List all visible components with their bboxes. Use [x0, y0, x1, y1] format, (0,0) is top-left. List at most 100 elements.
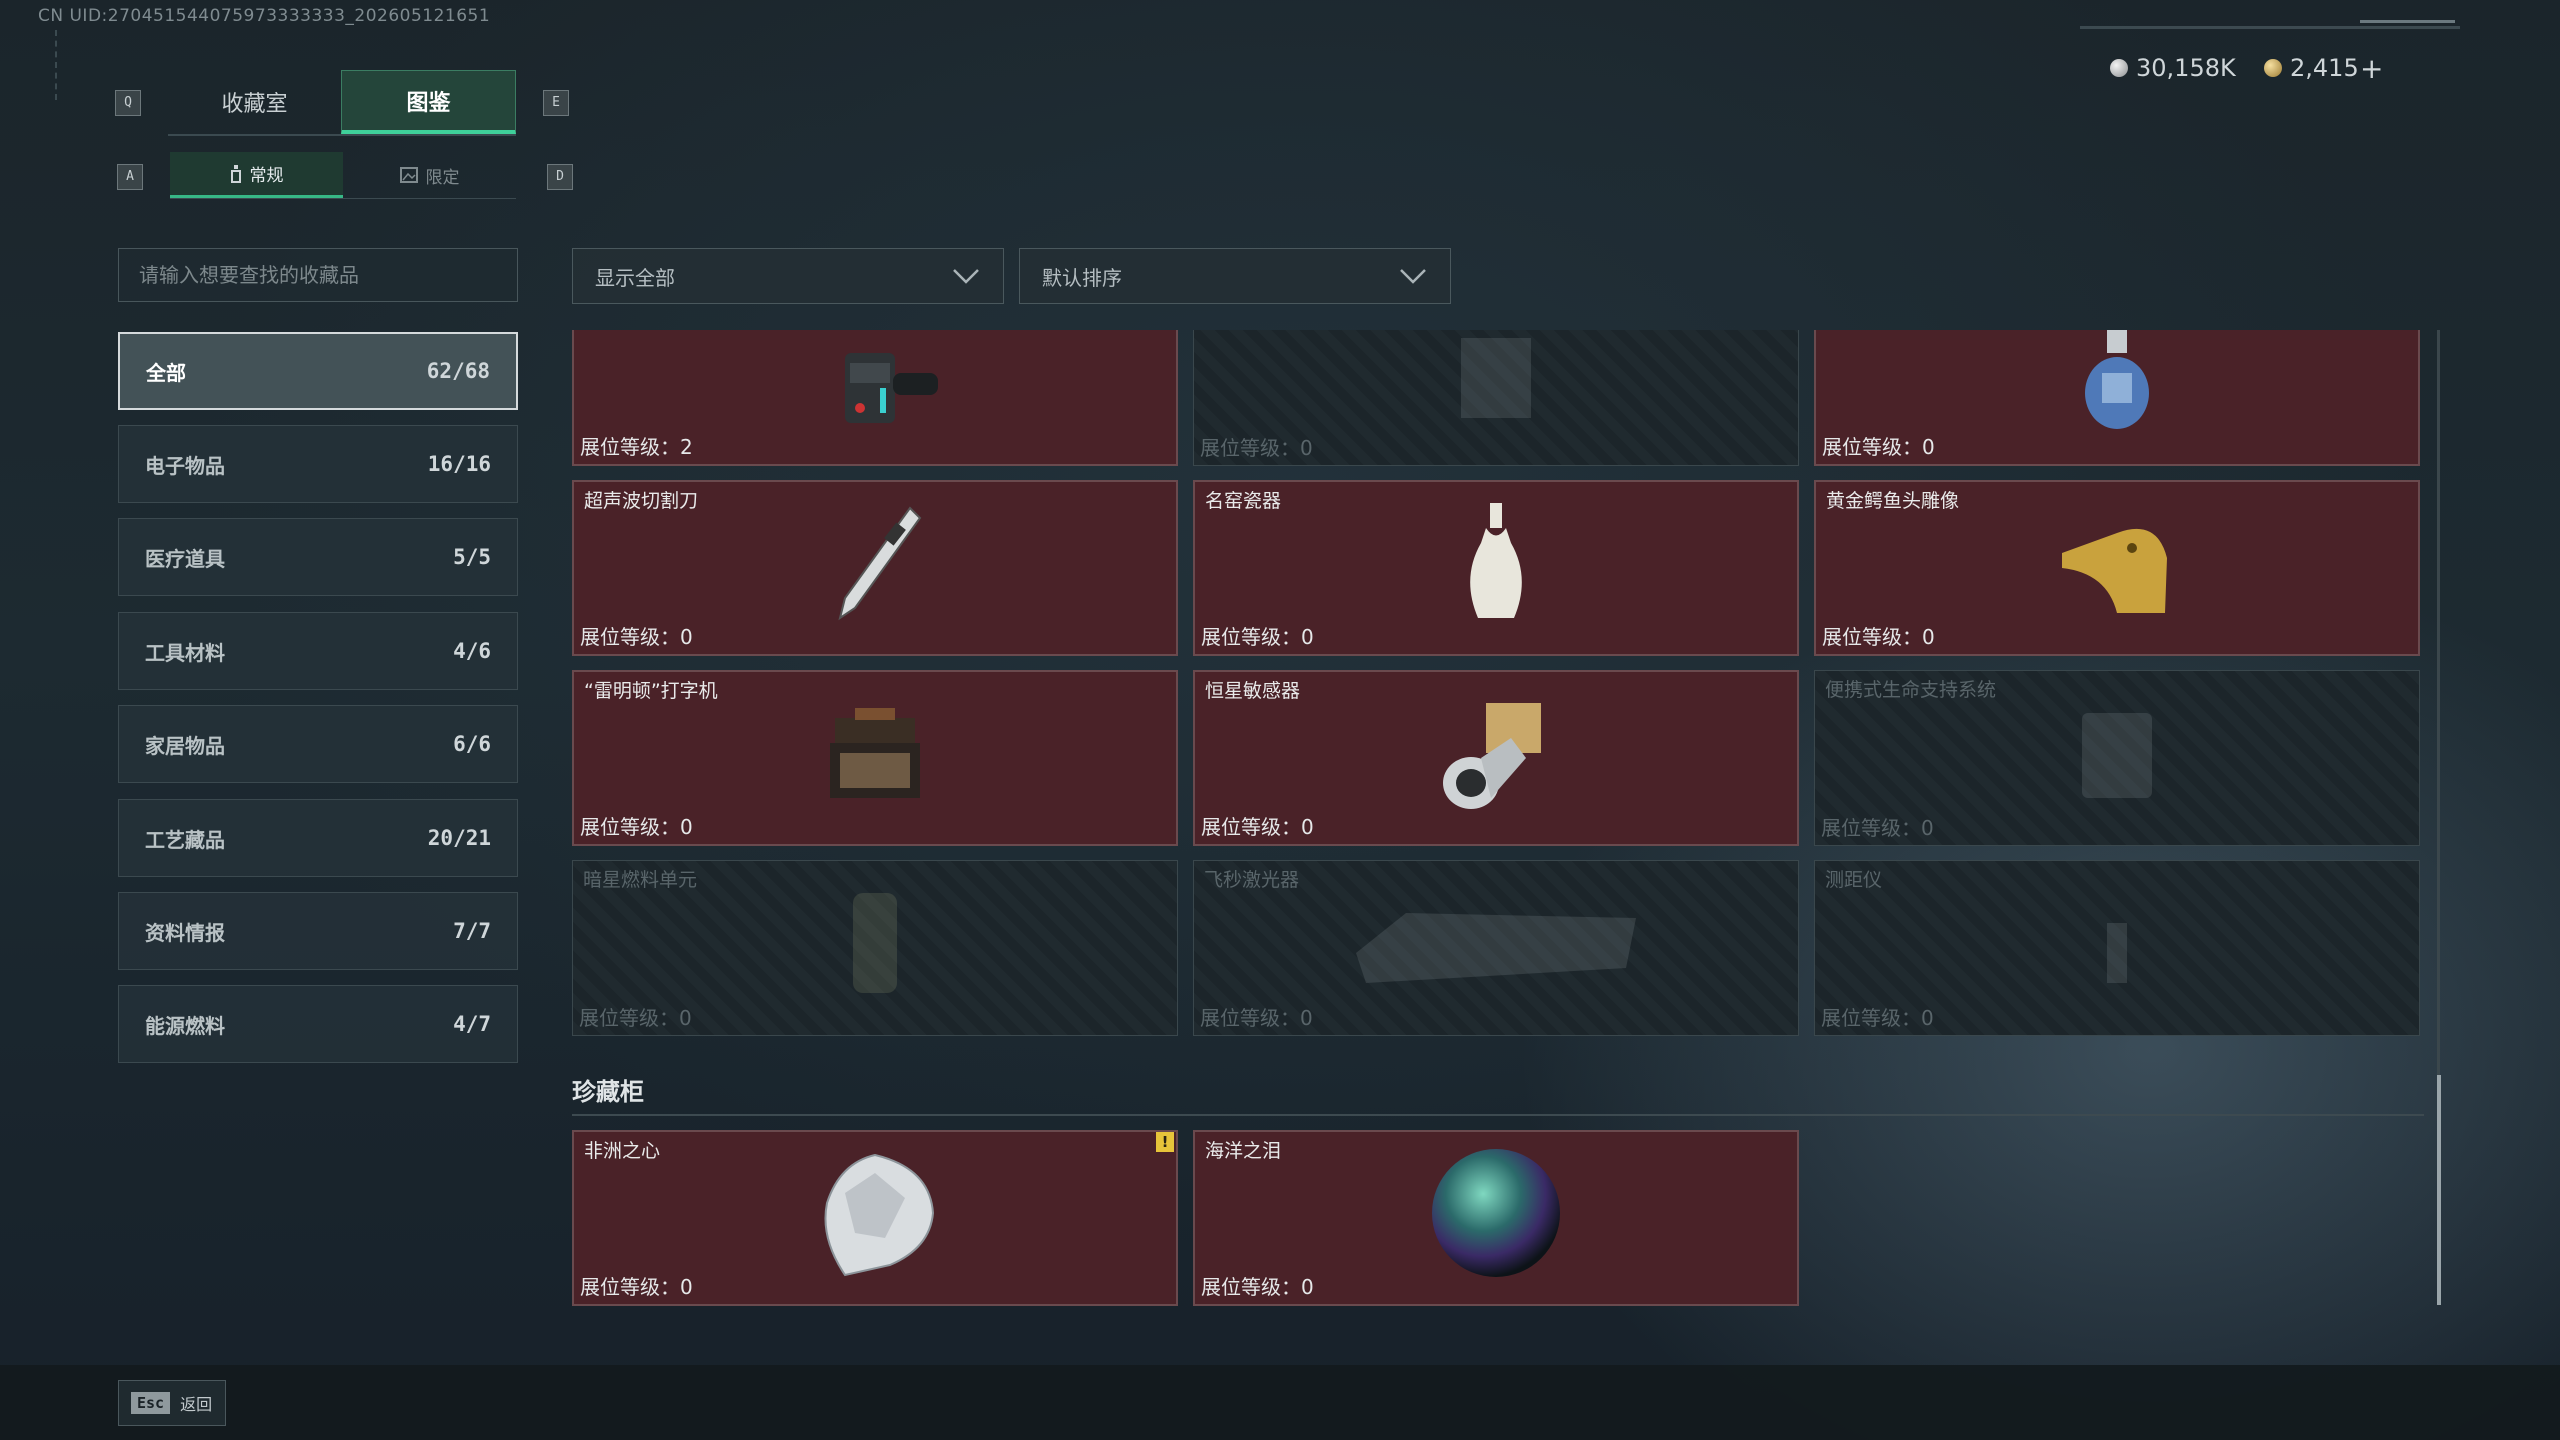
treasure-card[interactable]: 非洲之心 ! 展位等级：0 — [572, 1130, 1178, 1306]
category-label: 资料情报 — [145, 920, 225, 945]
bottom-bar — [0, 1365, 2560, 1440]
locked-item-icon — [1194, 330, 1798, 441]
item-card[interactable]: 飞秒激光器 展位等级：0 — [1193, 860, 1799, 1036]
item-level: 展位等级：0 — [1200, 436, 1313, 460]
tactical-device-icon — [574, 330, 1176, 440]
category-intel[interactable]: 资料情报 7/7 — [118, 892, 518, 970]
category-count: 6/6 — [453, 732, 491, 756]
category-count: 5/5 — [453, 545, 491, 569]
item-level: 展位等级：0 — [1821, 1006, 1934, 1030]
item-level: 展位等级：0 — [580, 1275, 693, 1299]
key-hint-a: A — [117, 164, 143, 190]
bottle-icon — [230, 164, 241, 183]
item-card[interactable]: 名窑瓷器 展位等级：0 — [1193, 480, 1799, 656]
category-crafts[interactable]: 工艺藏品 20/21 — [118, 799, 518, 877]
chevron-down-icon — [1400, 269, 1426, 284]
category-household[interactable]: 家居物品 6/6 — [118, 705, 518, 783]
category-count: 16/16 — [427, 452, 491, 476]
star-sensor-icon — [1195, 686, 1797, 820]
subtab-limited-label: 限定 — [425, 167, 460, 188]
silver-coin-icon — [2110, 59, 2128, 77]
item-card[interactable]: “雷明顿”打字机 展位等级：0 — [572, 670, 1178, 846]
pearl-icon — [1195, 1146, 1797, 1280]
esc-key-hint: Esc — [131, 1392, 171, 1414]
filter-dropdown[interactable]: 显示全部 — [572, 248, 1004, 304]
subtab-regular[interactable]: 常规 — [170, 152, 343, 198]
category-count: 4/6 — [453, 639, 491, 663]
add-currency-button[interactable]: + — [2360, 52, 2383, 85]
gas-canister-icon — [1816, 330, 2418, 440]
category-fuel[interactable]: 能源燃料 4/7 — [118, 985, 518, 1063]
search-input[interactable] — [118, 248, 518, 302]
item-card[interactable]: 便携式生命支持系统 展位等级：0 — [1814, 670, 2420, 846]
sort-dropdown-value: 默认排序 — [1042, 265, 1122, 290]
subtab-limited[interactable]: 限定 — [343, 152, 516, 198]
item-level: 展位等级：0 — [580, 625, 693, 649]
golden-crocodile-icon — [1816, 496, 2418, 630]
category-count: 62/68 — [426, 359, 490, 383]
top-bar-accent — [2360, 20, 2455, 23]
diamond-icon — [574, 1146, 1176, 1280]
category-label: 家居物品 — [145, 733, 225, 758]
item-card[interactable]: 展位等级：0 — [1193, 330, 1799, 466]
image-frame-icon — [399, 167, 418, 183]
rangefinder-icon — [1815, 875, 2419, 1011]
gold-coin-icon — [2264, 59, 2282, 77]
item-card[interactable]: 超声波切割刀 展位等级：0 — [572, 480, 1178, 656]
treasure-card[interactable]: 海洋之泪 展位等级：0 — [1193, 1130, 1799, 1306]
item-card[interactable]: 展位等级：0 — [1814, 330, 2420, 466]
silver-currency: 30,158K — [2110, 54, 2236, 82]
key-hint-q: Q — [115, 90, 141, 116]
category-label: 全部 — [146, 360, 186, 385]
filter-dropdown-value: 显示全部 — [595, 265, 675, 290]
category-electronics[interactable]: 电子物品 16/16 — [118, 425, 518, 503]
key-hint-d: D — [547, 164, 573, 190]
life-support-icon — [1815, 685, 2419, 821]
fuel-cell-icon — [573, 875, 1177, 1011]
section-divider — [572, 1114, 2424, 1116]
silver-amount: 30,158K — [2136, 54, 2236, 82]
ultrasonic-cutter-icon — [574, 496, 1176, 630]
category-count: 4/7 — [453, 1012, 491, 1036]
item-level: 展位等级：2 — [580, 435, 693, 459]
gold-amount: 2,415 — [2290, 54, 2359, 82]
laser-icon — [1194, 875, 1798, 1011]
category-label: 医疗道具 — [145, 546, 225, 571]
item-level: 展位等级：0 — [1201, 815, 1314, 839]
back-button[interactable]: Esc 返回 — [118, 1380, 226, 1426]
back-label: 返回 — [180, 1395, 213, 1414]
tab-collection-room[interactable]: 收藏室 — [168, 70, 341, 134]
item-card[interactable]: 恒星敏感器 展位等级：0 — [1193, 670, 1799, 846]
sort-dropdown[interactable]: 默认排序 — [1019, 248, 1451, 304]
porcelain-vase-icon — [1195, 496, 1797, 630]
category-all[interactable]: 全部 62/68 — [118, 332, 518, 410]
typewriter-icon — [574, 686, 1176, 820]
item-card[interactable]: 展位等级：2 — [572, 330, 1178, 466]
category-medical[interactable]: 医疗道具 5/5 — [118, 518, 518, 596]
deco-lines — [55, 30, 60, 100]
chevron-down-icon — [953, 269, 979, 284]
item-level: 展位等级：0 — [1821, 816, 1934, 840]
category-count: 7/7 — [453, 919, 491, 943]
tab-catalog[interactable]: 图鉴 — [341, 70, 516, 134]
item-level: 展位等级：0 — [580, 815, 693, 839]
item-card[interactable]: 测距仪 展位等级：0 — [1814, 860, 2420, 1036]
item-card[interactable]: 暗星燃料单元 展位等级：0 — [572, 860, 1178, 1036]
subtab-regular-label: 常规 — [249, 166, 284, 186]
item-level: 展位等级：0 — [1201, 625, 1314, 649]
item-grid: 展位等级：2 展位等级：0 展位等级：0 超声波切割刀 展位等级：0 名窑瓷器 … — [570, 330, 2425, 1040]
sub-tabs: 常规 限定 — [170, 152, 516, 199]
item-level: 展位等级：0 — [1201, 1275, 1314, 1299]
main-tabs: 收藏室 图鉴 — [168, 70, 516, 136]
treasure-section-title: 珍藏柜 — [572, 1078, 644, 1106]
top-bar-line — [2080, 26, 2460, 29]
category-label: 电子物品 — [145, 453, 225, 478]
category-label: 工具材料 — [145, 640, 225, 665]
category-count: 20/21 — [427, 826, 491, 850]
category-tools[interactable]: 工具材料 4/6 — [118, 612, 518, 690]
key-hint-e: E — [543, 90, 569, 116]
category-label: 能源燃料 — [145, 1013, 225, 1038]
item-card[interactable]: 黄金鳄鱼头雕像 展位等级：0 — [1814, 480, 2420, 656]
item-level: 展位等级：0 — [579, 1006, 692, 1030]
scrollbar-thumb[interactable] — [2437, 1075, 2441, 1305]
